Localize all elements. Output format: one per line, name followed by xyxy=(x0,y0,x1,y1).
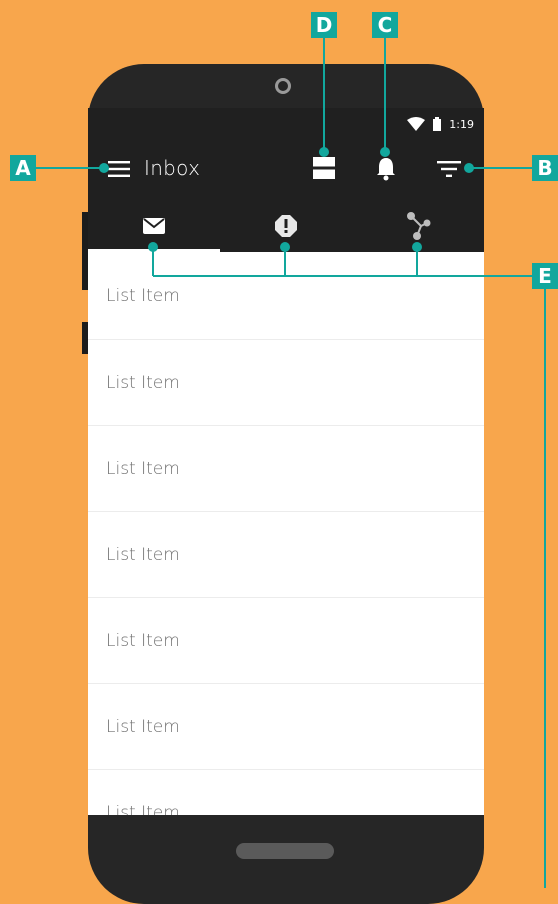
callout-d-dot xyxy=(319,147,329,157)
list: List Item List Item List Item List Item … xyxy=(88,252,484,815)
callout-a: A xyxy=(10,155,36,181)
callout-d: D xyxy=(311,12,337,38)
callout-c-dot xyxy=(380,147,390,157)
status-time: 1:19 xyxy=(449,117,474,131)
callout-e-dot-right xyxy=(412,242,422,252)
list-item[interactable]: List Item xyxy=(88,426,484,512)
page-title: Inbox xyxy=(144,156,201,180)
list-item-label: List Item xyxy=(106,458,180,479)
callout-e-dot-middle xyxy=(280,242,290,252)
callout-b-line xyxy=(470,167,532,169)
callout-b: B xyxy=(532,155,558,181)
callout-b-dot xyxy=(464,163,474,173)
list-item-label: List Item xyxy=(106,285,180,306)
callout-e-line-horizontal xyxy=(153,275,532,277)
list-item-label: List Item xyxy=(106,716,180,737)
menu-icon[interactable] xyxy=(108,160,130,178)
list-item[interactable]: List Item xyxy=(88,340,484,426)
notifications-icon[interactable] xyxy=(376,157,396,181)
alert-icon xyxy=(275,215,297,237)
front-camera xyxy=(275,78,291,94)
home-indicator[interactable] xyxy=(236,843,334,859)
callout-a-dot xyxy=(99,163,109,173)
list-item-label: List Item xyxy=(106,630,180,651)
filter-icon[interactable] xyxy=(437,160,461,178)
list-item-label: List Item xyxy=(106,544,180,565)
list-item[interactable]: List Item xyxy=(88,512,484,598)
view-agenda-icon[interactable] xyxy=(313,157,335,179)
battery-icon xyxy=(433,117,442,131)
wifi-icon xyxy=(407,117,426,131)
list-item[interactable]: List Item xyxy=(88,252,484,340)
callout-e: E xyxy=(532,263,558,289)
app-bar: Inbox xyxy=(88,140,484,200)
list-item[interactable]: List Item xyxy=(88,598,484,684)
callout-e-dot-left xyxy=(148,242,158,252)
callout-c-line xyxy=(384,38,386,152)
list-item-label: List Item xyxy=(106,372,180,393)
list-item-label: List Item xyxy=(106,802,180,816)
mail-icon xyxy=(143,218,165,234)
callout-a-line xyxy=(36,167,102,169)
callout-e-line-down xyxy=(544,289,546,888)
share-icon xyxy=(407,212,431,240)
callout-d-line xyxy=(323,38,325,152)
status-bar: 1:19 xyxy=(88,108,484,140)
list-item[interactable]: List Item xyxy=(88,684,484,770)
callout-c: C xyxy=(372,12,398,38)
list-item[interactable]: List Item xyxy=(88,770,484,816)
